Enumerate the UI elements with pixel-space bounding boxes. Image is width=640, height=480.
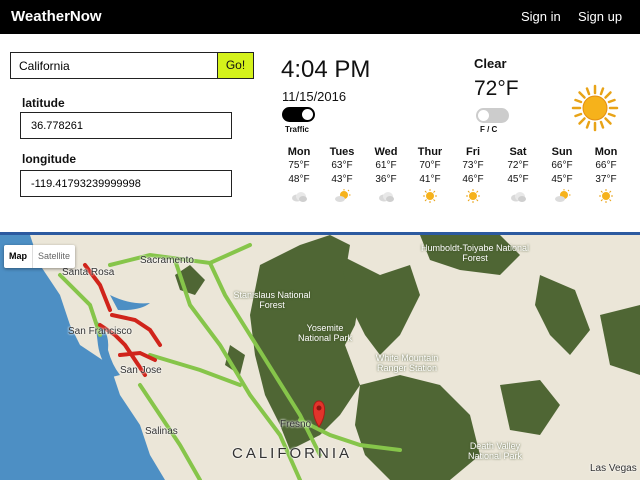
unit-label: F / C [480,125,498,134]
forecast-high: 61°F [375,160,397,171]
forecast-day-name: Mon [594,146,618,158]
map-view-button[interactable]: Map [4,245,32,268]
brand-logo[interactable]: WeatherNow [11,8,102,25]
forecast-low: 41°F [419,174,441,185]
sun-icon [599,189,613,203]
satellite-view-button[interactable]: Satellite [32,245,75,268]
map-type-control: Map Satellite [4,245,76,268]
forecast-low: 48°F [288,174,310,185]
cloudy-icon [511,192,526,202]
longitude-label: longitude [22,152,76,166]
local-date: 11/15/2016 [282,89,347,104]
forecast-day: Fri 73°F 46°F [451,146,495,203]
forecast-day: Wed 61°F 36°F [364,146,408,203]
forecast-day: Sun 66°F 45°F [540,146,584,203]
sign-in-link[interactable]: Sign in [521,9,561,24]
current-condition: Clear [474,56,507,71]
forecast-low: 45°F [507,174,529,185]
park-label-death-valley: Death Valley National Park [467,441,523,461]
local-time: 4:04 PM [281,56,371,83]
forecast-low: 37°F [595,174,617,185]
forecast-day: Tues 63°F 43°F [320,146,364,203]
cloudy-icon [292,192,307,202]
park-label-white-mountain: White Mountain Ranger Station [375,353,439,373]
partly-sunny-icon [555,189,571,202]
forecast-low: 36°F [375,174,397,185]
latitude-label: latitude [22,96,65,110]
forecast-day: Sat 72°F 45°F [496,146,540,203]
sun-icon [423,189,437,203]
longitude-field[interactable] [20,170,232,197]
forecast-day-name: Mon [287,146,311,158]
navbar: WeatherNow Sign in Sign up [0,0,640,34]
partly-sunny-icon [335,189,351,202]
forecast-high: 73°F [462,160,484,171]
forecast-high: 75°F [288,160,310,171]
traffic-label: Traffic [285,125,310,134]
forecast-day-name: Sun [551,146,573,158]
cloudy-icon [379,192,394,202]
forecast-high: 72°F [507,160,529,171]
forecast-day: Thur 70°F 41°F [408,146,452,203]
city-label-santa-rosa: Santa Rosa [62,267,115,278]
city-label-sacramento: Sacramento [140,255,194,266]
toggle-knob [478,110,489,121]
latitude-field[interactable] [20,112,232,139]
forecast-day-name: Tues [329,146,355,158]
forecast-high: 66°F [595,160,617,171]
forecast-high: 70°F [419,160,441,171]
go-button[interactable]: Go! [217,52,254,79]
forecast-day-name: Wed [374,146,398,158]
forecast-low: 46°F [462,174,484,185]
city-label-san-jose: San Jose [120,365,162,376]
park-label-stanislaus: Stanislaus National Forest [233,290,311,310]
city-label-fresno: Fresno [280,419,312,430]
forecast-day: Mon 75°F 48°F [277,146,321,203]
park-label-yosemite: Yosemite National Park [297,323,353,343]
forecast-low: 45°F [551,174,573,185]
toggle-knob [302,109,313,120]
park-label-humboldt: Humboldt-Toiyabe National Forest [420,243,530,263]
forecast-high: 63°F [331,160,353,171]
sign-up-link[interactable]: Sign up [578,9,622,24]
forecast-day-name: Thur [417,146,443,158]
location-search-input[interactable] [10,52,218,79]
forecast-day-name: Fri [465,146,481,158]
city-label-las-vegas: Las Vegas [590,463,637,474]
traffic-toggle[interactable] [282,107,315,122]
unit-toggle[interactable] [476,108,509,123]
forecast-high: 66°F [551,160,573,171]
forecast-low: 43°F [331,174,353,185]
forecast-day-name: Sat [509,146,527,158]
forecast-day: Mon 66°F 37°F [584,146,628,203]
city-label-salinas: Salinas [145,426,178,437]
current-temperature: 72°F [474,77,519,100]
state-label: CALIFORNIA [232,445,353,462]
map-canvas[interactable]: Sacramento Santa Rosa San Francisco San … [0,235,640,480]
sun-icon [466,189,480,203]
city-label-san-francisco: San Francisco [68,326,132,337]
sun-icon [571,84,619,132]
